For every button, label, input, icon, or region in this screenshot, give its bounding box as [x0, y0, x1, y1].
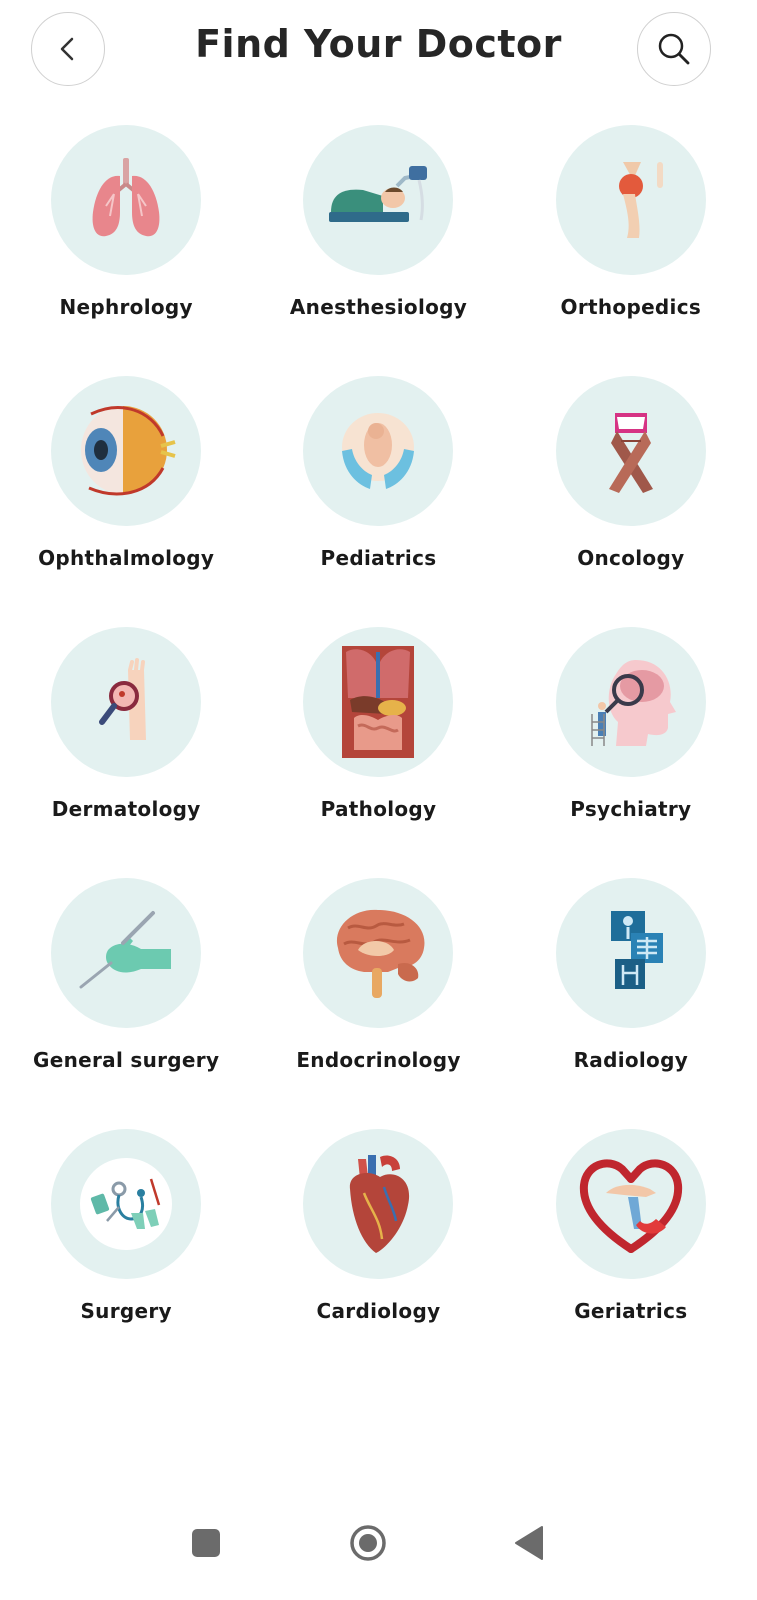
- specialty-label: Ophthalmology: [38, 546, 215, 570]
- specialty-label: Endocrinology: [296, 1048, 461, 1072]
- specialty-label: Cardiology: [316, 1299, 441, 1323]
- xray-skeleton-icon: [610, 911, 663, 989]
- lungs-icon: [92, 158, 160, 237]
- specialty-label: Pathology: [320, 797, 437, 821]
- specialty-tile-dermatology[interactable]: Dermatology: [0, 627, 252, 878]
- specialty-tile-oncology[interactable]: Oncology: [505, 376, 757, 627]
- specialty-label: Surgery: [80, 1299, 172, 1323]
- specialty-tile-pediatrics[interactable]: Pediatrics: [252, 376, 504, 627]
- skin-magnifier-icon: [99, 658, 147, 740]
- specialty-label: Geriatrics: [574, 1299, 688, 1323]
- specialty-icon-circle: [303, 376, 454, 526]
- head-brain-magnifier-icon: [591, 660, 676, 746]
- eyeball-anatomy-icon: [81, 406, 176, 496]
- specialty-label: Orthopedics: [560, 295, 702, 319]
- specialty-tile-cardiology[interactable]: Cardiology: [252, 1129, 504, 1380]
- specialty-label: Radiology: [573, 1048, 689, 1072]
- specialty-icon-circle: [303, 627, 454, 777]
- specialty-icon-circle: [51, 627, 202, 777]
- specialty-tile-ophthalmology[interactable]: Ophthalmology: [0, 376, 252, 627]
- specialty-grid: Nephrology Anesthesiology Orthopedics Op…: [0, 125, 757, 1380]
- baby-in-hands-icon: [342, 413, 415, 489]
- specialty-label: Nephrology: [59, 295, 193, 319]
- specialty-icon-circle: [555, 1129, 706, 1279]
- awareness-ribbon-icon: [608, 413, 653, 493]
- specialty-tile-surgery[interactable]: Surgery: [0, 1129, 252, 1380]
- specialty-tile-geriatrics[interactable]: Geriatrics: [505, 1129, 757, 1380]
- specialty-tile-orthopedics[interactable]: Orthopedics: [505, 125, 757, 376]
- specialty-icon-circle: [303, 878, 454, 1028]
- specialty-tile-radiology[interactable]: Radiology: [505, 878, 757, 1129]
- specialty-tile-general-surgery[interactable]: General surgery: [0, 878, 252, 1129]
- specialty-icon-circle: [303, 1129, 454, 1279]
- heart-hands-icon: [579, 1159, 682, 1253]
- specialty-icon-circle: [555, 627, 706, 777]
- specialty-tile-endocrinology[interactable]: Endocrinology: [252, 878, 504, 1129]
- specialty-tile-anesthesiology[interactable]: Anesthesiology: [252, 125, 504, 376]
- specialty-tile-nephrology[interactable]: Nephrology: [0, 125, 252, 376]
- heart-anatomy-icon: [350, 1155, 410, 1253]
- recents-square-icon[interactable]: [192, 1529, 220, 1557]
- search-icon: [658, 33, 690, 65]
- hand-scalpel-icon: [79, 911, 172, 989]
- system-navigation-bar: [0, 1510, 757, 1600]
- specialty-label: Anesthesiology: [289, 295, 468, 319]
- specialty-label: Dermatology: [51, 797, 201, 821]
- specialty-tile-psychiatry[interactable]: Psychiatry: [505, 627, 757, 878]
- specialty-label: General surgery: [33, 1048, 220, 1072]
- specialty-icon-circle: [555, 376, 706, 526]
- torso-organs-icon: [342, 646, 415, 758]
- back-triangle-icon[interactable]: [514, 1525, 544, 1561]
- brain-icon: [337, 909, 425, 998]
- specialty-label: Psychiatry: [570, 797, 692, 821]
- anesthesia-mask-icon: [329, 166, 428, 222]
- search-button[interactable]: [637, 12, 711, 86]
- specialty-icon-circle: [51, 1129, 202, 1279]
- specialty-icon-circle: [303, 125, 454, 275]
- home-circle-icon[interactable]: [349, 1524, 387, 1562]
- specialty-label: Pediatrics: [320, 546, 437, 570]
- specialty-icon-circle: [555, 125, 706, 275]
- app-header: Find Your Doctor: [0, 0, 757, 110]
- specialty-icon-circle: [555, 878, 706, 1028]
- knee-joint-icon: [618, 162, 663, 238]
- specialty-icon-circle: [51, 376, 202, 526]
- specialty-label: Oncology: [577, 546, 685, 570]
- specialty-icon-circle: [51, 878, 202, 1028]
- surgical-tools-icon: [80, 1158, 173, 1250]
- specialty-icon-circle: [51, 125, 202, 275]
- specialty-tile-pathology[interactable]: Pathology: [252, 627, 504, 878]
